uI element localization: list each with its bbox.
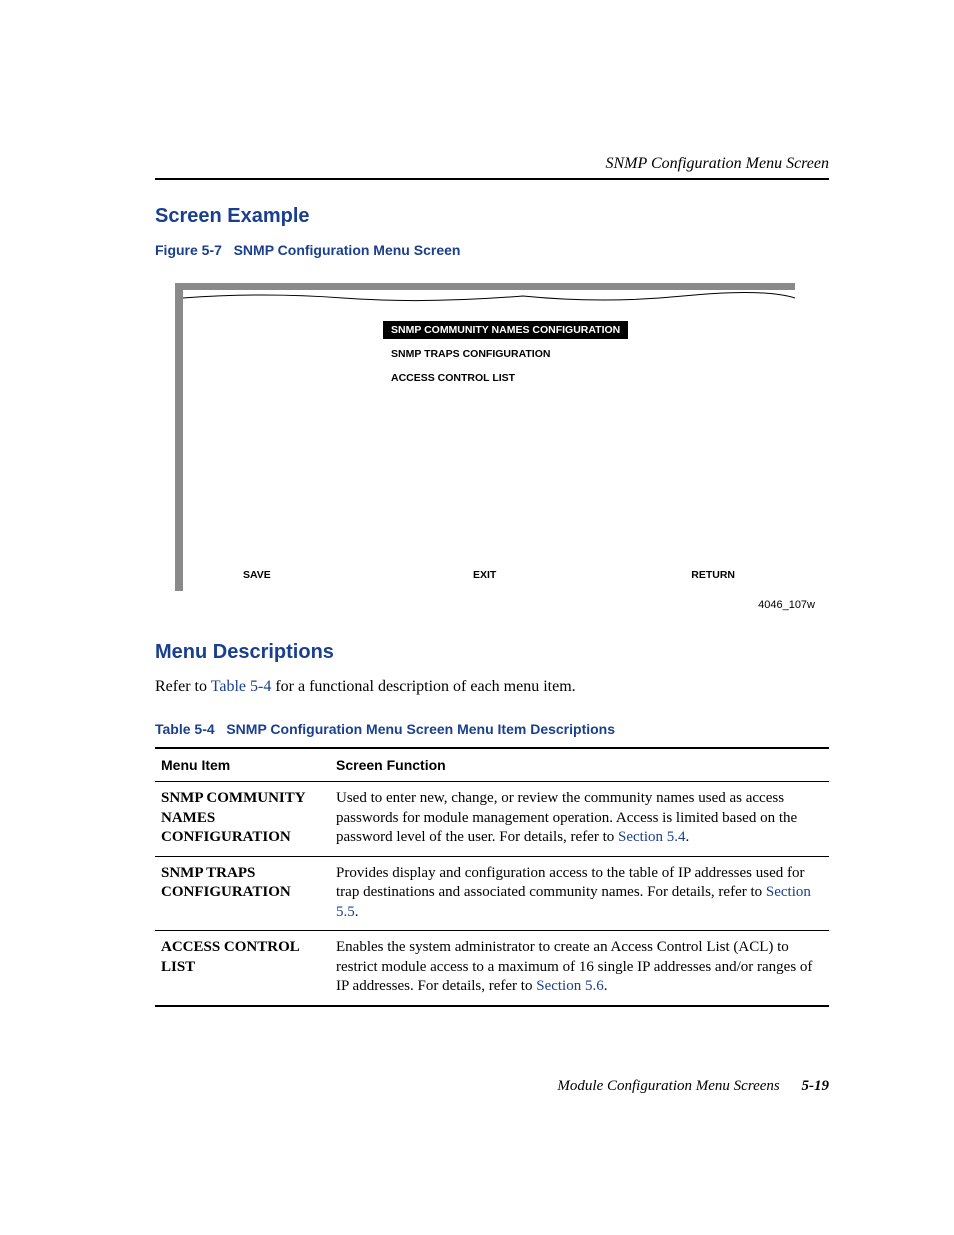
figure-title: SNMP Configuration Menu Screen bbox=[234, 242, 461, 258]
table-ref-link[interactable]: Table 5-4 bbox=[211, 678, 272, 695]
figure-id: 4046_107w bbox=[175, 599, 815, 611]
intro-suffix: for a functional description of each men… bbox=[271, 678, 575, 695]
cell-screen-function: Enables the system administrator to crea… bbox=[330, 931, 829, 1006]
page-number: 5-19 bbox=[802, 1078, 830, 1094]
header-rule bbox=[155, 178, 829, 180]
save-button[interactable]: SAVE bbox=[243, 569, 271, 581]
heading-menu-descriptions: Menu Descriptions bbox=[155, 641, 829, 664]
func-text: Used to enter new, change, or review the… bbox=[336, 790, 797, 845]
col-header-menu-item: Menu Item bbox=[155, 748, 330, 782]
footer-section-title: Module Configuration Menu Screens bbox=[557, 1078, 779, 1094]
col-header-screen-function: Screen Function bbox=[330, 748, 829, 782]
screen-body: SNMP COMMUNITY NAMES CONFIGURATION SNMP … bbox=[183, 291, 795, 591]
table-row: ACCESS CONTROL LIST Enables the system a… bbox=[155, 931, 829, 1006]
intro-prefix: Refer to bbox=[155, 678, 211, 695]
cell-menu-item: SNMP COMMUNITY NAMES CONFIGURATION bbox=[155, 782, 330, 857]
torn-page-icon bbox=[183, 290, 795, 306]
page-footer: Module Configuration Menu Screens 5-19 bbox=[557, 1078, 829, 1095]
terminal-screen-figure: SNMP COMMUNITY NAMES CONFIGURATION SNMP … bbox=[175, 283, 795, 591]
heading-screen-example: Screen Example bbox=[155, 205, 829, 228]
table-title: SNMP Configuration Menu Screen Menu Item… bbox=[226, 721, 615, 737]
menu-descriptions-table: Menu Item Screen Function SNMP COMMUNITY… bbox=[155, 747, 829, 1007]
return-button[interactable]: RETURN bbox=[691, 569, 735, 581]
figure-caption: Figure 5-7 SNMP Configuration Menu Scree… bbox=[155, 242, 829, 258]
exit-button[interactable]: EXIT bbox=[473, 569, 496, 581]
section-ref-link[interactable]: Section 5.6 bbox=[536, 978, 604, 994]
table-header-row: Menu Item Screen Function bbox=[155, 748, 829, 782]
menu-item-snmp-traps[interactable]: SNMP TRAPS CONFIGURATION bbox=[383, 345, 558, 363]
cell-screen-function: Used to enter new, change, or review the… bbox=[330, 782, 829, 857]
table-row: SNMP COMMUNITY NAMES CONFIGURATION Used … bbox=[155, 782, 829, 857]
menu-item-snmp-community-names[interactable]: SNMP COMMUNITY NAMES CONFIGURATION bbox=[383, 321, 628, 339]
table-row: SNMP TRAPS CONFIGURATION Provides displa… bbox=[155, 856, 829, 931]
menu-list: SNMP COMMUNITY NAMES CONFIGURATION SNMP … bbox=[383, 321, 795, 393]
func-post: . bbox=[355, 904, 359, 920]
func-post: . bbox=[686, 829, 690, 845]
menu-item-access-control-list[interactable]: ACCESS CONTROL LIST bbox=[383, 369, 523, 387]
cell-menu-item: SNMP TRAPS CONFIGURATION bbox=[155, 856, 330, 931]
running-head: SNMP Configuration Menu Screen bbox=[155, 155, 829, 173]
cell-menu-item: ACCESS CONTROL LIST bbox=[155, 931, 330, 1006]
func-text: Provides display and configuration acces… bbox=[336, 865, 805, 901]
screen-shadow: SNMP COMMUNITY NAMES CONFIGURATION SNMP … bbox=[175, 283, 795, 591]
figure-number: Figure 5-7 bbox=[155, 242, 222, 258]
table-caption: Table 5-4 SNMP Configuration Menu Screen… bbox=[155, 721, 829, 737]
section-ref-link[interactable]: Section 5.4 bbox=[618, 829, 686, 845]
menu-desc-intro: Refer to Table 5-4 for a functional desc… bbox=[155, 678, 829, 696]
func-post: . bbox=[604, 978, 608, 994]
table-number: Table 5-4 bbox=[155, 721, 215, 737]
cell-screen-function: Provides display and configuration acces… bbox=[330, 856, 829, 931]
